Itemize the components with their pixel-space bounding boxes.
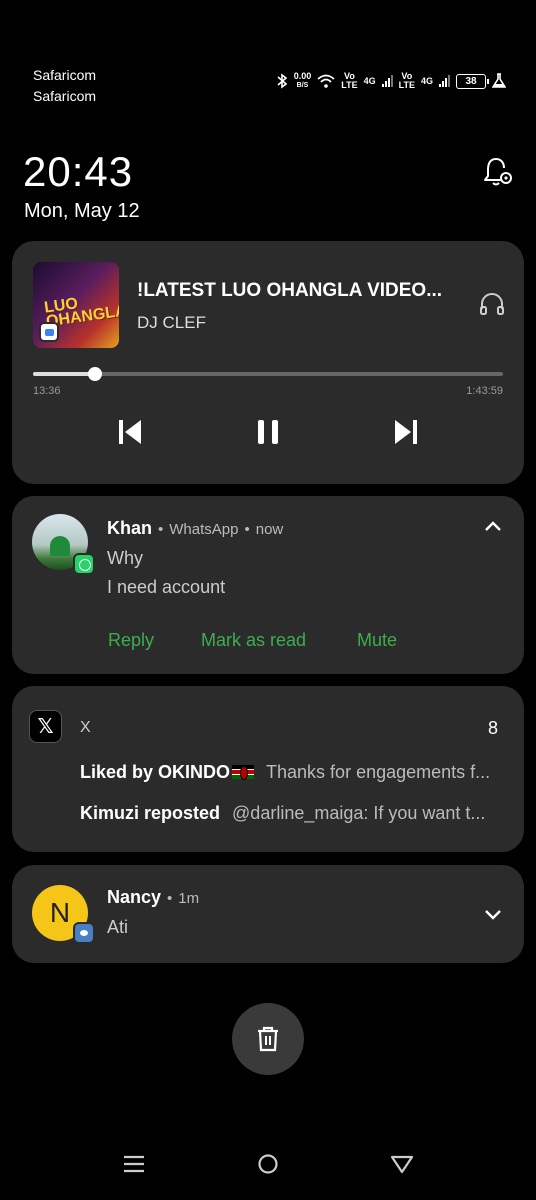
chevron-down-icon[interactable] xyxy=(482,903,504,925)
x-logo-icon: 𝕏 xyxy=(29,710,62,743)
row-message: @darline_maiga: If you want t... xyxy=(232,803,486,823)
recent-apps-button[interactable] xyxy=(120,1150,148,1178)
notification-settings-button[interactable] xyxy=(480,155,516,189)
signal-icon xyxy=(381,75,393,87)
notification-count: 8 xyxy=(487,718,498,738)
bluetooth-icon xyxy=(277,73,288,89)
pause-button[interactable] xyxy=(251,415,285,449)
video-app-icon xyxy=(39,322,59,342)
media-progress-bar[interactable] xyxy=(33,367,503,381)
media-progress-fill xyxy=(33,372,95,376)
home-circle-icon xyxy=(258,1154,278,1174)
whatsapp-notification[interactable]: Khan • WhatsApp • now Why I need account… xyxy=(12,496,524,674)
pause-icon xyxy=(258,420,278,444)
kenya-flag-icon xyxy=(232,765,255,780)
status-icons: 0.00 B/S Vo LTE 4G Vo LTE 4G 38 xyxy=(276,72,506,90)
message-line: I need account xyxy=(107,577,226,597)
x-notification-row[interactable]: Liked by OKINDO Thanks for engagements f.… xyxy=(80,762,510,783)
notification-header: Khan • WhatsApp • now xyxy=(107,518,284,538)
timestamp: 1m xyxy=(178,890,200,907)
x-notification[interactable]: 𝕏 X 8 Liked by OKINDO Thanks for engageme… xyxy=(12,686,524,852)
app-name: X xyxy=(80,719,91,736)
media-title: !LATEST LUO OHANGLA VIDEO... xyxy=(137,280,443,301)
chevron-up-icon[interactable] xyxy=(482,516,504,538)
clear-all-button[interactable] xyxy=(232,1003,304,1075)
sender-name: Nancy xyxy=(107,887,162,907)
x-notification-row[interactable]: Kimuzi reposted @darline_maiga: If you wa… xyxy=(80,803,510,824)
volte-1: Vo LTE xyxy=(341,71,358,90)
wifi-icon xyxy=(317,74,335,88)
date: Mon, May 12 xyxy=(24,200,140,222)
row-message: Thanks for engagements f... xyxy=(266,762,491,782)
media-player-card[interactable]: LUO OHANGLA !LATEST LUO OHANGLA VIDEO... … xyxy=(12,241,524,484)
skip-previous-icon xyxy=(119,420,141,444)
notification-header: Nancy • 1m xyxy=(107,887,200,907)
row-title: Kimuzi reposted xyxy=(80,803,221,823)
bell-settings-icon xyxy=(484,158,512,186)
back-triangle-icon xyxy=(390,1155,414,1174)
home-button[interactable] xyxy=(254,1150,282,1178)
message-notification[interactable]: N Nancy • 1m Ati xyxy=(12,865,524,963)
app-name: WhatsApp xyxy=(169,521,239,538)
total-time: 1:43:59 xyxy=(466,385,503,397)
skip-next-icon xyxy=(395,420,417,444)
volte-2: Vo LTE xyxy=(398,71,415,90)
status-bar: Safaricom Safaricom 0.00 B/S Vo LTE 4G Vo L… xyxy=(0,60,536,104)
trash-icon xyxy=(258,1026,278,1052)
whatsapp-icon xyxy=(73,553,95,575)
previous-button[interactable] xyxy=(113,415,147,449)
carrier-1: Safaricom xyxy=(33,67,97,83)
row-title: Liked by OKINDO xyxy=(80,762,231,782)
net-type-2: 4G xyxy=(420,76,433,86)
headphones-icon[interactable] xyxy=(479,291,505,317)
elapsed-time: 13:36 xyxy=(33,385,61,397)
sender-name: Khan xyxy=(107,518,152,538)
net-type-1: 4G xyxy=(363,76,376,86)
carrier-info: Safaricom Safaricom xyxy=(33,65,96,107)
battery-icon: 38 xyxy=(456,73,489,89)
clock: 20:43 xyxy=(23,148,134,195)
next-button[interactable] xyxy=(389,415,423,449)
media-progress-thumb[interactable] xyxy=(87,367,102,381)
messages-app-icon xyxy=(73,922,95,944)
message-line: Why xyxy=(107,548,143,568)
flask-icon xyxy=(492,73,506,88)
reply-button[interactable]: Reply xyxy=(108,630,154,651)
mark-as-read-button[interactable]: Mark as read xyxy=(201,630,306,651)
timestamp: now xyxy=(255,521,284,538)
signal-icon-2 xyxy=(439,75,450,87)
album-art: LUO OHANGLA xyxy=(33,262,119,348)
mute-button[interactable]: Mute xyxy=(357,630,397,651)
carrier-2: Safaricom xyxy=(33,88,97,104)
menu-icon xyxy=(124,1155,144,1173)
net-speed: 0.00 B/S xyxy=(293,71,312,90)
back-button[interactable] xyxy=(388,1150,416,1178)
message-body: Ati xyxy=(107,917,129,937)
media-artist: DJ CLEF xyxy=(137,313,206,332)
